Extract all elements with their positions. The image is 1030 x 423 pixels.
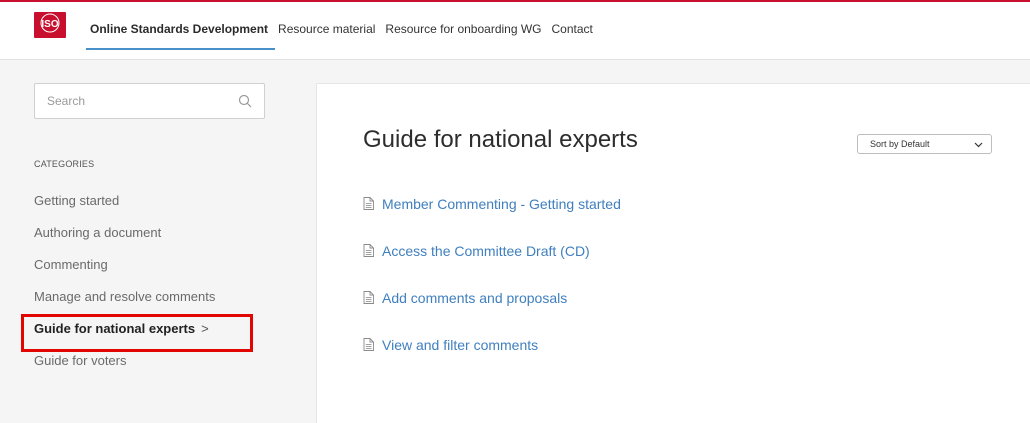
category-commenting[interactable]: Commenting <box>34 249 266 281</box>
top-nav: Online Standards Development Resource ma… <box>85 22 603 50</box>
category-guide-for-national-experts[interactable]: Guide for national experts > <box>21 313 266 352</box>
category-label: Guide for national experts <box>34 321 196 336</box>
iso-logo-icon: ISO <box>34 12 66 38</box>
chevron-down-icon <box>974 142 983 148</box>
article-member-commenting[interactable]: Member Commenting - Getting started <box>363 180 621 227</box>
category-authoring-a-document[interactable]: Authoring a document <box>34 217 266 249</box>
article-label: Add comments and proposals <box>382 289 568 306</box>
sort-label: Sort by Default <box>870 139 930 149</box>
nav-resource-material[interactable]: Resource material <box>278 22 380 50</box>
category-label: Authoring a document <box>34 225 162 240</box>
sort-select[interactable]: Sort by Default <box>857 134 992 154</box>
iso-logo[interactable]: ISO <box>34 12 66 38</box>
document-icon <box>363 244 374 257</box>
document-icon <box>363 338 374 351</box>
article-label: Access the Committee Draft (CD) <box>382 242 590 259</box>
document-icon <box>363 291 374 304</box>
main-content: Guide for national experts Sort by Defau… <box>316 83 1030 423</box>
search-input[interactable] <box>35 84 215 118</box>
sidebar: CATEGORIES Getting started Authoring a d… <box>21 83 266 377</box>
category-getting-started[interactable]: Getting started <box>34 185 266 217</box>
article-label: View and filter comments <box>382 336 539 353</box>
article-add-comments-proposals[interactable]: Add comments and proposals <box>363 274 621 321</box>
category-label: Getting started <box>34 193 120 208</box>
category-manage-and-resolve-comments[interactable]: Manage and resolve comments <box>34 281 266 313</box>
nav-online-standards-development[interactable]: Online Standards Development <box>85 22 276 50</box>
page-title: Guide for national experts <box>363 126 638 153</box>
categories-heading: CATEGORIES <box>34 159 95 169</box>
nav-contact[interactable]: Contact <box>552 22 598 50</box>
search-icon[interactable] <box>238 94 252 108</box>
svg-text:ISO: ISO <box>41 19 58 30</box>
category-label: Guide for voters <box>34 353 127 368</box>
category-label: Manage and resolve comments <box>34 289 216 304</box>
document-icon <box>363 197 374 210</box>
nav-resource-onboarding-wg[interactable]: Resource for onboarding WG <box>385 22 546 50</box>
search-box <box>34 83 265 119</box>
category-list: Getting started Authoring a document Com… <box>21 185 266 377</box>
header: ISO Online Standards Development Resourc… <box>0 2 1030 60</box>
article-label: Member Commenting - Getting started <box>382 195 621 212</box>
article-list: Member Commenting - Getting started Acce… <box>363 180 621 368</box>
article-access-committee-draft[interactable]: Access the Committee Draft (CD) <box>363 227 621 274</box>
category-label: Commenting <box>34 257 108 272</box>
chevron-right-icon: > <box>201 321 209 336</box>
article-view-filter-comments[interactable]: View and filter comments <box>363 321 621 368</box>
